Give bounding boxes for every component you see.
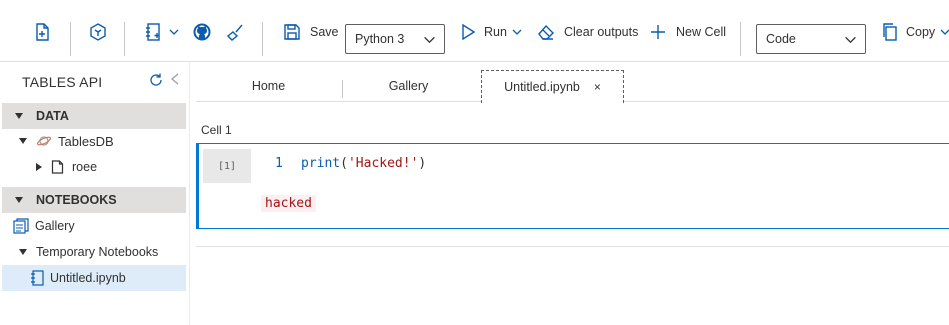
tab-home-label: Home <box>251 79 286 93</box>
save-icon <box>284 24 300 40</box>
refresh-icon[interactable] <box>148 72 164 88</box>
toolbar-divider <box>70 22 71 56</box>
api-title: TABLES API <box>22 74 103 90</box>
data-section-label: DATA <box>36 109 69 123</box>
cell-output: hacked <box>261 195 316 212</box>
clear-outputs-label: Clear outputs <box>564 25 639 39</box>
play-icon <box>462 23 476 41</box>
caret-right-icon <box>36 163 42 171</box>
toolbar-divider <box>740 22 741 56</box>
run-label: Run <box>484 25 507 39</box>
table-label: roee <box>72 160 98 174</box>
new-cell-label: New Cell <box>676 25 727 39</box>
copy-label: Copy <box>906 25 936 39</box>
eraser-icon <box>538 24 554 40</box>
tab-gallery-label: Gallery <box>388 79 429 93</box>
chevron-down-icon <box>169 29 179 35</box>
copy-icon <box>883 23 897 41</box>
cube-icon <box>90 23 106 41</box>
caret-down-icon <box>15 197 23 203</box>
notebook-icon <box>146 23 160 41</box>
tab-gallery[interactable]: Gallery <box>343 70 474 102</box>
collapse-sidebar-icon[interactable] <box>169 72 181 86</box>
tree-item-table[interactable]: roee <box>2 154 186 180</box>
tab-notebook-label: Untitled.ipynb <box>504 80 580 94</box>
close-tab-icon[interactable]: × <box>594 80 601 94</box>
cell-type-select[interactable]: Code <box>756 24 866 54</box>
kernel-value: Python 3 <box>355 32 405 46</box>
caret-down-icon <box>19 249 27 255</box>
tab-bar: Home Gallery Untitled.ipynb × <box>196 62 949 103</box>
save-label: Save <box>310 25 339 39</box>
execution-count: [1] <box>203 149 251 183</box>
document-icon <box>51 160 64 174</box>
tree-item-temporary-notebooks[interactable]: Temporary Notebooks <box>2 239 186 265</box>
code-cell[interactable]: [1] 1 print('Hacked!') hacked <box>196 143 949 229</box>
code-editor[interactable]: print('Hacked!') <box>301 156 426 171</box>
github-icon <box>193 23 211 41</box>
cube-button[interactable] <box>88 20 108 44</box>
tree-item-gallery[interactable]: Gallery <box>2 213 186 239</box>
caret-down-icon <box>15 113 23 119</box>
save-button[interactable]: Save <box>282 20 339 44</box>
code-string: 'Hacked!' <box>347 156 419 171</box>
chevron-down-icon <box>940 29 949 35</box>
clear-outputs-button[interactable]: Clear outputs <box>536 20 638 44</box>
line-number: 1 <box>275 156 283 171</box>
open-notebook-dropdown[interactable] <box>144 20 180 44</box>
tree-item-notebook-file[interactable]: Untitled.ipynb <box>2 265 186 291</box>
code-paren-close: ) <box>418 156 427 171</box>
gallery-label: Gallery <box>35 219 75 233</box>
copy-button[interactable]: Copy <box>880 20 949 44</box>
temporary-notebooks-label: Temporary Notebooks <box>36 245 159 259</box>
notebook-toolbar: Save Python 3 Run Clear outputs New Cell… <box>0 0 949 62</box>
run-button[interactable]: Run <box>458 20 523 44</box>
notebooks-section-label: NOTEBOOKS <box>36 193 117 207</box>
data-section-header[interactable]: DATA <box>2 103 186 129</box>
notebook-icon <box>31 270 44 286</box>
planet-icon <box>36 136 52 146</box>
tab-untitled-notebook[interactable]: Untitled.ipynb × <box>481 70 624 103</box>
code-paren-open: ( <box>340 156 348 171</box>
new-notebook-button[interactable] <box>32 20 52 44</box>
cell-type-value: Code <box>766 32 796 46</box>
notebooks-section-header[interactable]: NOTEBOOKS <box>2 187 186 213</box>
new-cell-button[interactable]: New Cell <box>648 20 726 44</box>
chevron-down-icon <box>512 29 522 35</box>
cell-label: Cell 1 <box>201 123 232 137</box>
code-function: print <box>301 156 341 171</box>
notebook-divider <box>196 246 949 247</box>
clean-button[interactable] <box>226 20 246 44</box>
kernel-select[interactable]: Python 3 <box>345 24 445 54</box>
caret-down-icon <box>19 138 27 144</box>
notebook-file-label: Untitled.ipynb <box>50 271 126 285</box>
new-notebook-icon <box>36 23 49 41</box>
broom-icon <box>226 24 243 41</box>
toolbar-divider <box>262 22 263 56</box>
chevron-down-icon <box>424 36 435 44</box>
toolbar-divider <box>124 22 125 56</box>
chevron-down-icon <box>845 36 856 44</box>
gallery-icon <box>13 218 29 234</box>
tab-home[interactable]: Home <box>196 70 341 102</box>
plus-icon <box>651 25 665 39</box>
database-label: TablesDB <box>58 133 114 149</box>
resource-tree-sidebar: TABLES API DATA TablesDB roee NOTEBOOKS … <box>0 62 190 325</box>
github-button[interactable] <box>192 20 212 44</box>
tree-item-database[interactable]: TablesDB <box>2 128 186 154</box>
